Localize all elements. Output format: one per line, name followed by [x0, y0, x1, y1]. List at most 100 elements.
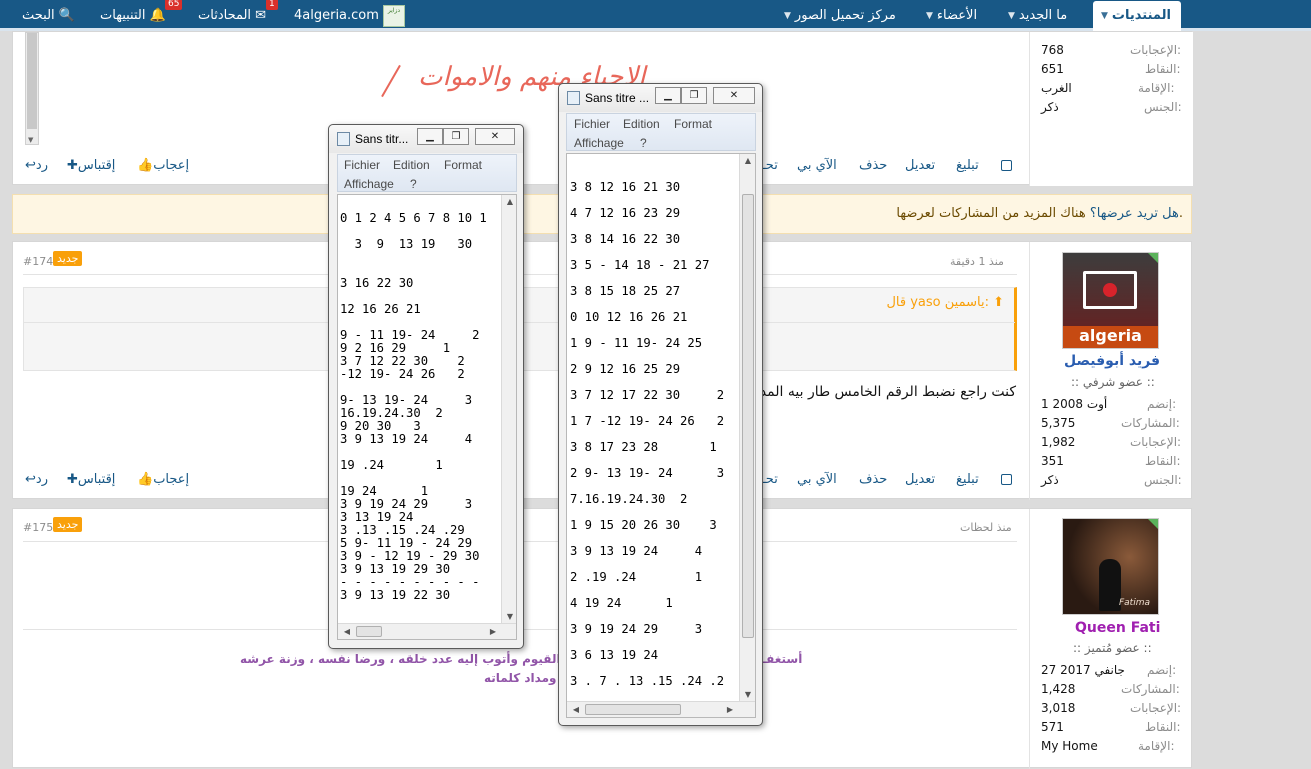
- select-checkbox[interactable]: [1001, 160, 1012, 171]
- sidebar-label-posts: المشاركات:: [1121, 416, 1180, 430]
- show-more-link[interactable]: هل تريد عرضها؟: [1090, 206, 1179, 221]
- reply-link[interactable]: ↩رد: [25, 158, 48, 173]
- title-bar[interactable]: Sans titr... ▁ ❐ ✕: [329, 125, 523, 153]
- ip-link[interactable]: الآي بي: [797, 472, 837, 487]
- username[interactable]: Queen Fati: [1075, 620, 1160, 636]
- nav-forums-label: المنتديات: [1111, 8, 1171, 23]
- scroll-down-icon[interactable]: ▼: [741, 690, 755, 699]
- top-nav: ▼ المنتديات ▼ ما الجديد ▼ الأعضاء ▼ مركز…: [0, 0, 1311, 31]
- sidebar-label-likes: الإعجابات:: [1130, 43, 1182, 57]
- scrollbar[interactable]: ▼: [25, 32, 39, 145]
- nav-members-tab[interactable]: ▼ الأعضاء: [918, 0, 985, 31]
- sidebar-label-likes: الإعجابات:: [1130, 435, 1182, 449]
- scrollbar-thumb[interactable]: [742, 194, 754, 638]
- close-button[interactable]: ✕: [475, 128, 515, 145]
- post-time[interactable]: منذ لحظات: [960, 521, 1012, 534]
- edit-link[interactable]: تعديل: [905, 472, 935, 487]
- menu-format[interactable]: Format: [674, 117, 712, 131]
- avatar[interactable]: algeria: [1062, 252, 1159, 349]
- arrow-up-icon: ⬆: [993, 295, 1004, 310]
- menu-bar: Fichier Edition Format Affichage ?: [337, 154, 517, 192]
- scrollbar-thumb[interactable]: [27, 33, 37, 129]
- sidebar-field-points: 571: [1041, 720, 1064, 734]
- close-icon: ✕: [729, 90, 739, 101]
- avatar[interactable]: Fatima: [1062, 518, 1159, 615]
- site-logo-icon: دزاير: [382, 4, 405, 27]
- nav-conversations[interactable]: المحادثات ✉ 1: [190, 0, 278, 31]
- menu-format[interactable]: Format: [444, 158, 482, 172]
- maximize-button[interactable]: ❐: [443, 128, 469, 145]
- menu-help[interactable]: ?: [640, 136, 647, 150]
- scroll-right-icon[interactable]: ▶: [723, 705, 737, 714]
- nav-search[interactable]: البحث 🔍: [14, 0, 83, 31]
- select-checkbox[interactable]: [1001, 474, 1012, 485]
- post-time[interactable]: منذ 1 دقيقة: [950, 255, 1004, 268]
- reply-link[interactable]: ↩رد: [25, 472, 48, 487]
- horizontal-scrollbar[interactable]: ◀ ▶: [338, 623, 516, 639]
- maximize-button[interactable]: ❐: [681, 87, 707, 104]
- nav-whats-new-label: ما الجديد: [1018, 7, 1068, 23]
- menu-affichage[interactable]: Affichage: [574, 136, 624, 150]
- close-button[interactable]: ✕: [713, 87, 755, 104]
- nav-whats-new-tab[interactable]: ▼ ما الجديد: [1000, 0, 1075, 31]
- horizontal-scrollbar[interactable]: ◀ ▶: [567, 701, 755, 717]
- delete-link[interactable]: حذف: [859, 472, 887, 487]
- like-link[interactable]: 👍إعجاب: [137, 472, 189, 487]
- scroll-up-icon[interactable]: ▲: [741, 156, 755, 165]
- site-link-label: 4algeria.com: [294, 7, 379, 23]
- post-number[interactable]: #175: [23, 521, 53, 534]
- reply-icon: ↩: [25, 158, 36, 173]
- ip-link[interactable]: الآي بي: [797, 158, 837, 173]
- menu-edition[interactable]: Edition: [393, 158, 430, 172]
- nav-upload-label: مركز تحميل الصور: [794, 7, 896, 23]
- notepad-window-1[interactable]: Sans titr... ▁ ❐ ✕ Fichier Edition Forma…: [328, 124, 524, 649]
- post-number[interactable]: #174: [23, 255, 53, 268]
- menu-edition[interactable]: Edition: [623, 117, 660, 131]
- vertical-scrollbar[interactable]: ▲ ▼: [501, 195, 516, 623]
- chevron-down-icon[interactable]: ▼: [28, 136, 33, 144]
- username[interactable]: فريد أبوفيصل: [1064, 353, 1160, 369]
- minimize-icon: ▁: [664, 90, 672, 101]
- quote-link[interactable]: ✚إقتباس: [67, 472, 115, 487]
- report-link[interactable]: تبليغ: [956, 158, 979, 173]
- menu-help[interactable]: ?: [410, 177, 417, 191]
- field-value: 768: [1041, 43, 1064, 57]
- nav-site-link[interactable]: 4algeria.com دزاير: [286, 0, 413, 31]
- warn-link[interactable]: تحـ: [762, 472, 778, 487]
- nav-members-label: الأعضاء: [936, 7, 978, 23]
- text-area[interactable]: 0 1 2 4 5 6 7 8 10 1 3 9 13 19 30 3 16 2…: [337, 194, 517, 640]
- scroll-up-icon[interactable]: ▲: [503, 197, 516, 206]
- report-link[interactable]: تبليغ: [956, 472, 979, 487]
- scroll-down-icon[interactable]: ▼: [503, 612, 516, 621]
- edit-link[interactable]: تعديل: [905, 158, 935, 173]
- minimize-button[interactable]: ▁: [655, 87, 681, 104]
- delete-link[interactable]: حذف: [859, 158, 887, 173]
- text-area[interactable]: 3 8 12 16 21 30 4 7 12 16 23 29 3 8 14 1…: [566, 153, 756, 718]
- menu-fichier[interactable]: Fichier: [574, 117, 610, 131]
- like-link[interactable]: 👍إعجاب: [137, 158, 189, 173]
- quote-link[interactable]: ✚إقتباس: [67, 158, 115, 173]
- scroll-left-icon[interactable]: ◀: [340, 627, 354, 636]
- sidebar-label-joined: إنضم:: [1147, 663, 1177, 677]
- menu-fichier[interactable]: Fichier: [344, 158, 380, 172]
- quote-author[interactable]: قال yaso ياسمين: ⬆: [886, 295, 1004, 310]
- minimize-button[interactable]: ▁: [417, 128, 443, 145]
- menu-affichage[interactable]: Affichage: [344, 177, 394, 191]
- nav-forums-tab[interactable]: ▼ المنتديات: [1093, 1, 1181, 31]
- sidebar-field-points: 351: [1041, 454, 1064, 468]
- reply-icon: ↩: [25, 472, 36, 487]
- avatar-banner: algeria: [1063, 326, 1158, 348]
- nav-upload-tab[interactable]: ▼ مركز تحميل الصور: [776, 0, 904, 31]
- title-bar[interactable]: Sans titre ... ▁ ❐ ✕: [559, 84, 762, 112]
- scrollbar-thumb[interactable]: [585, 704, 681, 715]
- vertical-scrollbar[interactable]: ▲ ▼: [739, 154, 755, 701]
- scroll-left-icon[interactable]: ◀: [569, 705, 583, 714]
- scrollbar-thumb[interactable]: [356, 626, 382, 637]
- sidebar-label-gender: الجنس:: [1144, 100, 1182, 114]
- nav-alerts[interactable]: التنبيهات 🔔 65: [92, 0, 183, 31]
- decorative-stroke: [381, 64, 401, 98]
- warn-link[interactable]: تحـ: [762, 158, 778, 173]
- chevron-down-icon: ▼: [926, 10, 933, 21]
- scroll-right-icon[interactable]: ▶: [486, 627, 500, 636]
- notepad-window-2[interactable]: Sans titre ... ▁ ❐ ✕ Fichier Edition For…: [558, 83, 763, 726]
